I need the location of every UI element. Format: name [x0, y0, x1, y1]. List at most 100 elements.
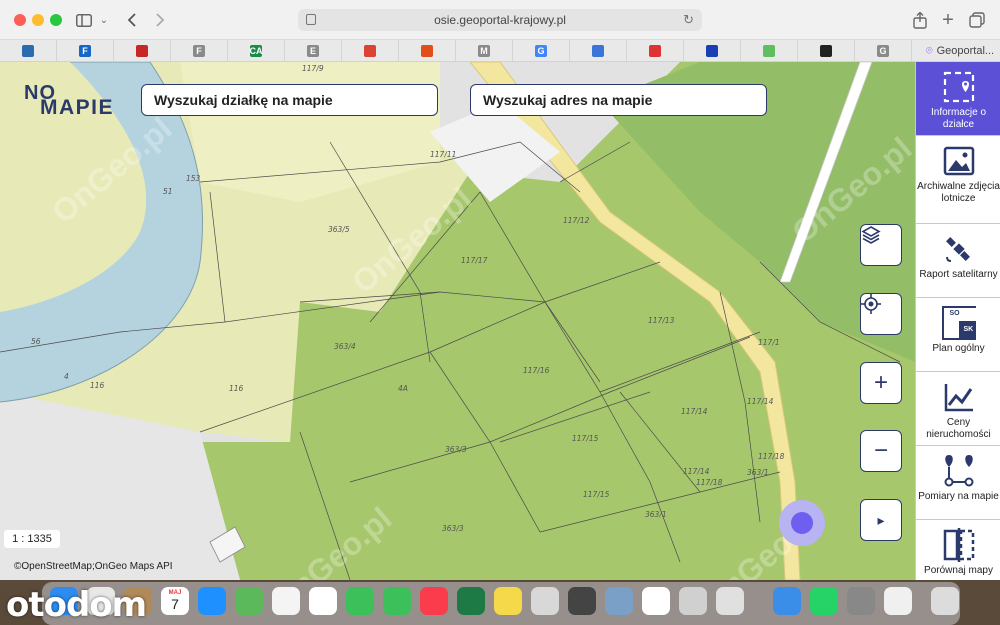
calendar-day: 7 — [171, 596, 179, 612]
sidebar-toggle-icon[interactable] — [74, 9, 94, 31]
parcel-label: 117/17 — [461, 256, 488, 265]
parcel-label: 117/15 — [572, 434, 599, 443]
messages-icon[interactable] — [383, 587, 411, 615]
sidebar-item-label: Archiwalne zdjęcia lotnicze — [917, 181, 1000, 204]
bookmark-tab[interactable]: E — [285, 40, 342, 62]
bookmark-tab[interactable] — [627, 40, 684, 62]
calculator-icon[interactable] — [568, 587, 596, 615]
otodom-watermark: otodom — [6, 585, 147, 625]
bookmark-tab[interactable]: F — [57, 40, 114, 62]
location-pin-icon: ⌾ — [926, 44, 933, 57]
parcel-label: 117/16 — [523, 366, 550, 375]
compare-maps-icon — [942, 528, 976, 562]
map-attribution[interactable]: ©OpenStreetMap;OnGeo Maps API — [14, 561, 173, 572]
zoom-in-button[interactable]: + — [860, 362, 902, 404]
bookmark-tab[interactable] — [684, 40, 741, 62]
share-icon[interactable] — [912, 9, 928, 31]
slack-icon[interactable] — [642, 587, 670, 615]
locate-button[interactable] — [860, 293, 902, 335]
back-button[interactable] — [124, 9, 140, 31]
parcel-label: 117/14 — [681, 407, 708, 416]
forward-button[interactable] — [152, 9, 168, 31]
bookmark-tab[interactable] — [798, 40, 855, 62]
excel-icon[interactable] — [457, 587, 485, 615]
bookmark-tab[interactable] — [114, 40, 171, 62]
music-icon[interactable] — [420, 587, 448, 615]
bookmark-tab[interactable]: CA — [228, 40, 285, 62]
parcel-label: 363/3 — [442, 524, 464, 533]
bookmark-tab[interactable]: F — [171, 40, 228, 62]
f-grey-favicon: F — [193, 45, 205, 57]
chat-button[interactable] — [779, 500, 825, 546]
minimize-window-button[interactable] — [32, 14, 44, 26]
close-window-button[interactable] — [14, 14, 26, 26]
layers-button[interactable] — [860, 224, 902, 266]
e-favicon: E — [307, 45, 319, 57]
price-chart-icon — [942, 380, 976, 414]
sidebar-item-compare-maps[interactable]: Porównaj mapy — [916, 520, 1000, 580]
parcel-label: 363/3 — [445, 445, 467, 454]
scanner-icon[interactable] — [531, 587, 559, 615]
sidebar-item-general-plan[interactable]: SO SK Plan ogólny — [916, 298, 1000, 372]
chrome-icon[interactable] — [272, 587, 300, 615]
expand-panel-button[interactable]: ▸ — [860, 499, 902, 541]
bookmark-tab[interactable]: G — [855, 40, 912, 62]
layers-favicon — [22, 45, 34, 57]
nomapie-logo[interactable]: NO MAPIE — [24, 82, 114, 122]
calendar-icon[interactable]: MAJ 7 — [161, 587, 189, 615]
parcel-label: 4 — [64, 372, 69, 381]
parcel-label: 363/4 — [334, 342, 356, 351]
zoom-out-button[interactable]: − — [860, 430, 902, 472]
textedit-icon[interactable] — [884, 587, 912, 615]
new-tab-icon[interactable]: + — [940, 9, 956, 31]
address-bar[interactable]: osie.geoportal-krajowy.pl ↻ — [298, 9, 702, 31]
map-canvas[interactable]: OnGeo.pl OnGeo.pl OnGeo.pl OnGeo.pl OnGe… — [0, 62, 915, 580]
tab-overview-icon[interactable] — [968, 9, 986, 31]
google-favicon: G — [535, 45, 547, 57]
mail-icon[interactable] — [773, 587, 801, 615]
chevron-down-icon[interactable]: ⌄ — [98, 9, 110, 31]
bookmark-tab[interactable] — [570, 40, 627, 62]
notes-icon[interactable] — [494, 587, 522, 615]
tab-geoportal[interactable]: ⌾ Geoportal... — [912, 40, 1000, 62]
parcel-label: 117/18 — [696, 478, 723, 487]
preview-icon[interactable] — [605, 587, 633, 615]
photos-icon[interactable] — [309, 587, 337, 615]
bookmark-tab[interactable]: G — [513, 40, 570, 62]
zoom-window-button[interactable] — [50, 14, 62, 26]
sidebar-item-property-prices[interactable]: Ceny nieruchomości — [916, 372, 1000, 446]
printer-icon[interactable] — [716, 587, 744, 615]
plan-badge-top: SO — [949, 310, 960, 317]
bookmark-tab[interactable]: M — [456, 40, 513, 62]
maps-icon[interactable] — [235, 587, 263, 615]
parcel-label: 51 — [163, 187, 173, 196]
facetime-icon[interactable] — [346, 587, 374, 615]
trash-icon[interactable] — [931, 587, 959, 615]
parcel-label: 117/1 — [758, 338, 780, 347]
sidebar-item-measurements[interactable]: Pomiary na mapie — [916, 446, 1000, 520]
logo-text-bottom: MAPIE — [40, 96, 115, 119]
safari-icon[interactable] — [198, 587, 226, 615]
search-address-button[interactable]: Wyszukaj adres na mapie — [470, 84, 767, 116]
red-outline-favicon — [649, 45, 661, 57]
help-icon[interactable] — [679, 587, 707, 615]
sidebar-item-parcel-info[interactable]: Informacje o działce — [916, 62, 1000, 136]
sidebar-item-aerial-photos[interactable]: Archiwalne zdjęcia lotnicze — [916, 136, 1000, 224]
parcel-label: 116 — [90, 381, 105, 390]
sidebar-item-satellite-report[interactable]: Raport satelitarny — [916, 224, 1000, 298]
bookmark-tab[interactable] — [399, 40, 456, 62]
satellite-icon — [942, 232, 976, 266]
bookmark-tab[interactable] — [741, 40, 798, 62]
whatsapp-icon[interactable] — [810, 587, 838, 615]
search-parcel-button[interactable]: Wyszukaj działkę na mapie — [141, 84, 438, 116]
bookmark-tab[interactable] — [0, 40, 57, 62]
red-square-favicon — [364, 45, 376, 57]
parcel-label: 56 — [31, 337, 41, 346]
settings-icon[interactable] — [847, 587, 875, 615]
measure-icon — [942, 454, 976, 488]
parcel-label: 117/15 — [583, 490, 610, 499]
parcel-label: 363/5 — [328, 225, 350, 234]
bookmark-tab[interactable] — [342, 40, 399, 62]
reload-icon[interactable]: ↻ — [683, 12, 694, 28]
sidebar-item-label: Raport satelitarny — [919, 269, 998, 280]
